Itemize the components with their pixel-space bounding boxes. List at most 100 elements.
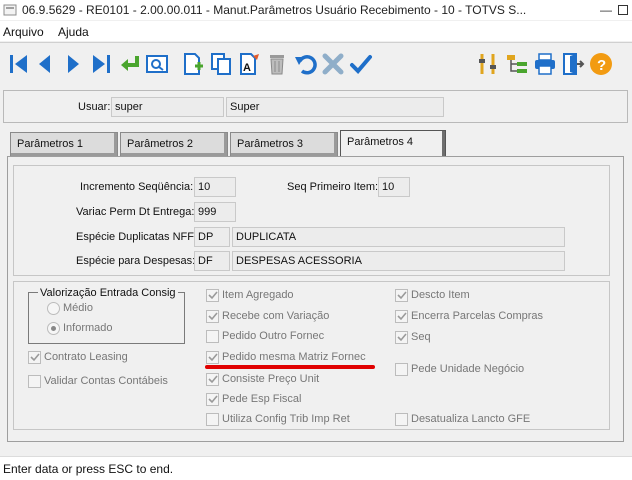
edit-record-button[interactable]: A bbox=[236, 51, 262, 77]
radio-informado[interactable]: Informado bbox=[47, 320, 113, 336]
maximize-icon bbox=[618, 5, 628, 15]
checkbox-box bbox=[395, 412, 408, 426]
checkbox-label: Pede Unidade Negócio bbox=[411, 363, 525, 375]
edit-record-icon: A bbox=[240, 53, 259, 75]
checkbox-encerra-parcelas[interactable]: Encerra Parcelas Compras bbox=[395, 308, 543, 324]
checkbox-box bbox=[206, 412, 219, 426]
check-icon bbox=[396, 291, 407, 300]
last-record-button[interactable] bbox=[88, 51, 114, 77]
tools-icon bbox=[479, 54, 496, 74]
undo-icon bbox=[295, 55, 317, 75]
toolbar: A ? bbox=[0, 42, 632, 87]
copy-record-button[interactable] bbox=[208, 51, 234, 77]
radio-medio[interactable]: Médio bbox=[47, 300, 93, 316]
delete-record-button[interactable] bbox=[264, 51, 290, 77]
incremento-field[interactable]: 10 bbox=[194, 177, 236, 197]
especie-desp-desc-field: DESPESAS ACESSORIA bbox=[232, 251, 565, 271]
checkbox-box bbox=[206, 329, 219, 343]
cancel-button[interactable] bbox=[320, 51, 346, 77]
new-record-button[interactable] bbox=[180, 51, 206, 77]
checkbox-validar-contas[interactable]: Validar Contas Contábeis bbox=[28, 373, 168, 389]
checkbox-box bbox=[395, 330, 408, 344]
checkbox-label: Seq bbox=[411, 331, 431, 343]
window-title: 06.9.5629 - RE0101 - 2.00.00.011 - Manut… bbox=[22, 3, 527, 17]
new-record-icon bbox=[184, 53, 203, 75]
menu-bar: Arquivo Ajuda bbox=[0, 21, 632, 41]
menu-ajuda[interactable]: Ajuda bbox=[58, 25, 89, 39]
radio-selected-dot bbox=[51, 325, 56, 331]
seq-primeiro-field[interactable]: 10 bbox=[378, 177, 410, 197]
check-icon bbox=[29, 353, 40, 362]
checkbox-recebe-variacao[interactable]: Recebe com Variação bbox=[206, 308, 329, 324]
first-record-icon bbox=[10, 55, 27, 73]
check-icon bbox=[207, 291, 218, 300]
checkbox-box bbox=[395, 362, 408, 376]
especie-desp-label: Espécie para Despesas: bbox=[76, 255, 196, 267]
checkbox-pede-unidade[interactable]: Pede Unidade Negócio bbox=[395, 361, 524, 377]
confirm-button[interactable] bbox=[348, 51, 374, 77]
checkbox-box bbox=[28, 374, 41, 388]
confirm-icon bbox=[350, 55, 372, 74]
checkbox-label: Pedido mesma Matriz Fornec bbox=[222, 351, 366, 363]
radio-medio-circle bbox=[47, 301, 60, 315]
especie-dup-desc-field: DUPLICATA bbox=[232, 227, 565, 247]
checkbox-label: Contrato Leasing bbox=[44, 351, 128, 363]
tab-parametros-4[interactable]: Parâmetros 4 bbox=[340, 130, 446, 157]
goto-icon bbox=[121, 56, 139, 71]
checkbox-box bbox=[206, 372, 219, 386]
checkbox-consiste-preco[interactable]: Consiste Preço Unit bbox=[206, 371, 319, 387]
goto-button[interactable] bbox=[116, 51, 142, 77]
seq-primeiro-label: Seq Primeiro Item: bbox=[287, 181, 379, 193]
checkbox-pedido-mesma[interactable]: Pedido mesma Matriz Fornec bbox=[206, 349, 366, 365]
checkbox-label: Consiste Preço Unit bbox=[222, 373, 320, 385]
next-record-button[interactable] bbox=[60, 51, 86, 77]
checkbox-box bbox=[206, 392, 219, 406]
checkbox-label: Recebe com Variação bbox=[222, 310, 330, 322]
search-button[interactable] bbox=[144, 51, 170, 77]
undo-button[interactable] bbox=[292, 51, 318, 77]
usuario-code-field[interactable]: super bbox=[111, 97, 224, 117]
radio-informado-circle bbox=[47, 321, 60, 335]
especie-dup-label: Espécie Duplicatas NFF: bbox=[76, 231, 198, 243]
radio-medio-label: Médio bbox=[63, 302, 93, 314]
maximize-button[interactable] bbox=[614, 0, 632, 20]
checkbox-descto-item[interactable]: Descto Item bbox=[395, 287, 470, 303]
tools-button[interactable] bbox=[475, 51, 501, 77]
checkbox-desatualiza[interactable]: Desatualiza Lancto GFE bbox=[395, 411, 530, 427]
exit-button[interactable] bbox=[560, 51, 586, 77]
especie-desp-code-field[interactable]: DF bbox=[194, 251, 230, 271]
help-button[interactable]: ? bbox=[588, 51, 614, 77]
especie-dup-code-field[interactable]: DP bbox=[194, 227, 230, 247]
status-bar: Enter data or press ESC to end. bbox=[0, 456, 632, 480]
checkbox-item-agregado[interactable]: Item Agregado bbox=[206, 287, 294, 303]
checkbox-label: Descto Item bbox=[411, 289, 470, 301]
radio-informado-label: Informado bbox=[63, 322, 113, 334]
checkbox-contrato-leasing[interactable]: Contrato Leasing bbox=[28, 349, 128, 365]
checkbox-pede-esp-fiscal[interactable]: Pede Esp Fiscal bbox=[206, 391, 301, 407]
hierarchy-button[interactable] bbox=[504, 51, 530, 77]
print-button[interactable] bbox=[532, 51, 558, 77]
menu-arquivo[interactable]: Arquivo bbox=[3, 25, 44, 39]
check-icon bbox=[207, 353, 218, 362]
tab-parametros-2[interactable]: Parâmetros 2 bbox=[120, 132, 228, 156]
checkbox-label: Validar Contas Contábeis bbox=[44, 375, 168, 387]
checkbox-label: Encerra Parcelas Compras bbox=[411, 310, 544, 322]
checkbox-seq[interactable]: Seq bbox=[395, 329, 431, 345]
red-underline-annotation bbox=[205, 365, 375, 369]
previous-record-icon bbox=[39, 55, 50, 73]
checkbox-label: Pedido Outro Fornec bbox=[222, 330, 325, 342]
next-record-icon bbox=[68, 55, 79, 73]
variac-field[interactable]: 999 bbox=[194, 202, 236, 222]
tab-parametros-3[interactable]: Parâmetros 3 bbox=[230, 132, 338, 156]
previous-record-button[interactable] bbox=[32, 51, 58, 77]
usuario-name-field: Super bbox=[226, 97, 444, 117]
checkbox-label: Item Agregado bbox=[222, 289, 294, 301]
trash-icon bbox=[270, 55, 284, 75]
checkbox-utiliza-config[interactable]: Utiliza Config Trib Imp Ret bbox=[206, 411, 350, 427]
checkbox-pedido-outro[interactable]: Pedido Outro Fornec bbox=[206, 328, 324, 344]
checkbox-box bbox=[395, 309, 408, 323]
tab-parametros-1[interactable]: Parâmetros 1 bbox=[10, 132, 118, 156]
incremento-label: Incremento Seqüência: bbox=[80, 181, 194, 193]
first-record-button[interactable] bbox=[6, 51, 32, 77]
variac-label: Variac Perm Dt Entrega: bbox=[76, 206, 195, 218]
